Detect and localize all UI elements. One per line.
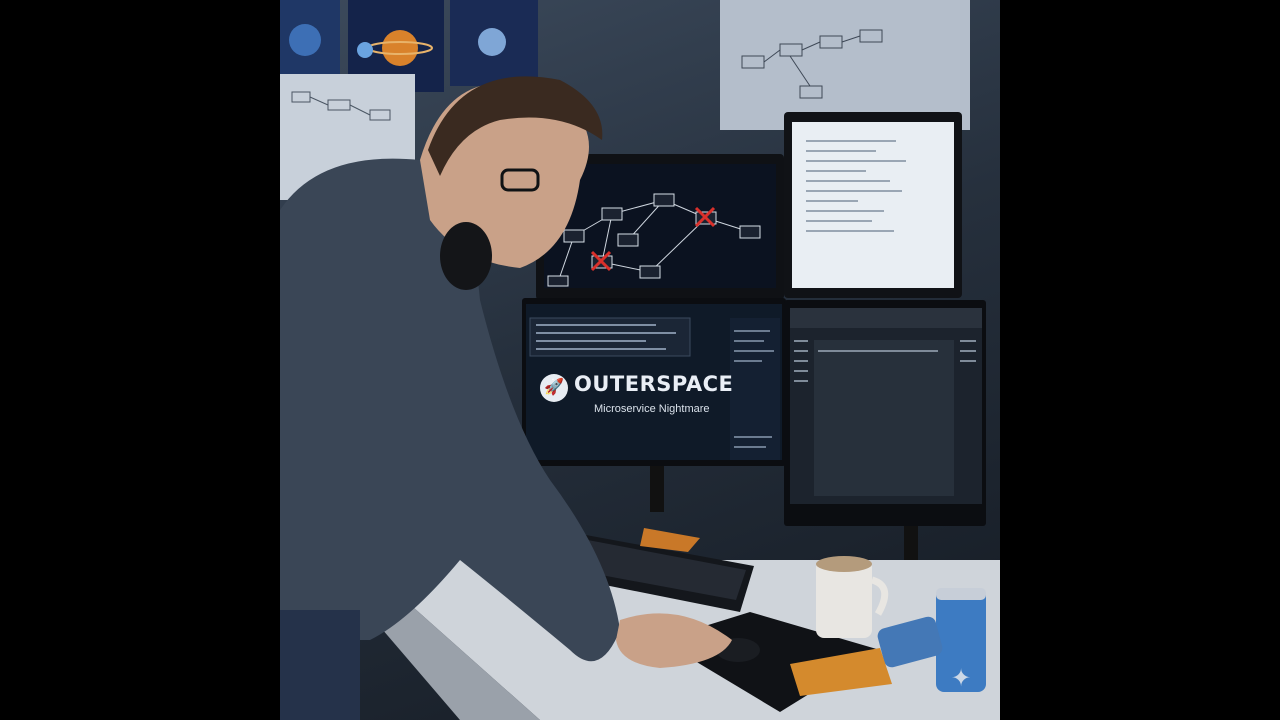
monitor-editor xyxy=(784,300,986,526)
scene-illustration xyxy=(280,0,1000,720)
brand-subtitle: Microservice Nightmare xyxy=(594,403,710,415)
sparkle-icon: ✦ xyxy=(950,665,972,692)
brand-title: OUTERSPACE xyxy=(574,372,734,396)
brand-overlay: 🚀 OUTERSPACE Microservice Nightmare xyxy=(540,372,733,422)
letterbox-left xyxy=(0,0,280,720)
letterbox-right xyxy=(1000,0,1280,720)
monitor-stand xyxy=(650,466,664,512)
rocket-icon: 🚀 xyxy=(540,374,568,402)
photo-scene: 🚀 OUTERSPACE Microservice Nightmare ✦ xyxy=(280,0,1000,720)
monitor-document xyxy=(784,112,962,298)
whiteboard-right xyxy=(720,0,970,130)
